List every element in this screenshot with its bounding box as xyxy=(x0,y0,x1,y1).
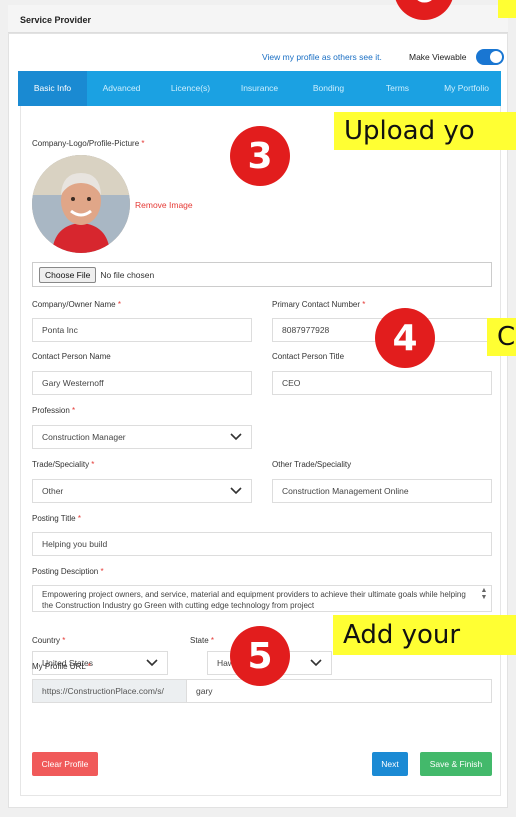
trade-label: Trade/Speciality * xyxy=(32,460,95,469)
posting-description-label: Posting Desciption * xyxy=(32,567,104,576)
profession-label: Profession * xyxy=(32,406,76,415)
contact-person-field[interactable]: Gary Westernoff xyxy=(32,371,252,395)
page-title: Service Provider xyxy=(20,15,92,25)
profile-url-prefix: https://ConstructionPlace.com/s/ xyxy=(32,679,187,703)
callout-6-banner xyxy=(498,0,516,18)
tab-basic-info[interactable]: Basic Info xyxy=(18,71,87,106)
posting-description-textarea[interactable]: Empowering project owners, and service, … xyxy=(32,585,492,612)
profession-value: Construction Manager xyxy=(42,432,126,442)
chevron-down-icon xyxy=(146,659,158,667)
callout-3-badge: 3 xyxy=(230,126,290,186)
other-trade-field[interactable]: Construction Management Online xyxy=(272,479,492,503)
view-profile-link[interactable]: View my profile as others see it. xyxy=(262,52,382,62)
trade-value: Other xyxy=(42,486,64,496)
callout-5-badge: 5 xyxy=(230,626,290,686)
posting-title-field[interactable]: Helping you build xyxy=(32,532,492,556)
company-name-field[interactable]: Ponta Inc xyxy=(32,318,252,342)
remove-image-link[interactable]: Remove Image xyxy=(135,200,193,210)
profile-tabs: Basic Info Advanced Licence(s) Insurance… xyxy=(18,71,501,106)
country-label: Country * xyxy=(32,636,66,645)
file-status: No file chosen xyxy=(100,269,155,280)
logo-label: Company-Logo/Profile-Picture * xyxy=(32,139,145,148)
profession-select[interactable]: Construction Manager xyxy=(32,425,252,449)
profile-picture xyxy=(32,155,130,253)
tab-bonding[interactable]: Bonding xyxy=(294,71,363,106)
file-input[interactable]: Choose File No file chosen xyxy=(32,262,492,287)
contact-title-label: Contact Person Title xyxy=(272,352,345,361)
tab-terms[interactable]: Terms xyxy=(363,71,432,106)
callout-5-banner: Add your xyxy=(333,615,516,655)
callout-3-banner: Upload yo xyxy=(334,112,516,150)
trade-select[interactable]: Other xyxy=(32,479,252,503)
callout-4-banner: C xyxy=(487,318,516,356)
state-label: State * xyxy=(190,636,215,645)
textarea-scrollbar[interactable]: ▲ ▼ xyxy=(478,587,490,611)
save-finish-button[interactable]: Save & Finish xyxy=(420,752,492,776)
make-viewable-toggle[interactable] xyxy=(476,49,504,65)
toggle-knob xyxy=(490,51,502,63)
posting-title-label: Posting Title * xyxy=(32,514,81,523)
make-viewable-label: Make Viewable xyxy=(409,52,467,62)
contact-title-field[interactable]: CEO xyxy=(272,371,492,395)
tab-my-portfolio[interactable]: My Portfolio xyxy=(432,71,501,106)
profile-url-label: My Profile URL * xyxy=(32,662,91,671)
next-button[interactable]: Next xyxy=(372,752,408,776)
chevron-down-icon xyxy=(310,659,322,667)
clear-profile-button[interactable]: Clear Profile xyxy=(32,752,98,776)
company-name-label: Company/Owner Name * xyxy=(32,300,121,309)
tab-insurance[interactable]: Insurance xyxy=(225,71,294,106)
other-trade-label: Other Trade/Speciality xyxy=(272,460,352,469)
tab-advanced[interactable]: Advanced xyxy=(87,71,156,106)
choose-file-button[interactable]: Choose File xyxy=(39,266,97,283)
primary-contact-label: Primary Contact Number * xyxy=(272,300,366,309)
chevron-down-icon xyxy=(230,487,242,495)
contact-person-label: Contact Person Name xyxy=(32,352,111,361)
tab-licences[interactable]: Licence(s) xyxy=(156,71,225,106)
profile-url-field[interactable]: gary xyxy=(186,679,492,703)
callout-4-badge: 4 xyxy=(375,308,435,368)
chevron-down-icon xyxy=(230,433,242,441)
